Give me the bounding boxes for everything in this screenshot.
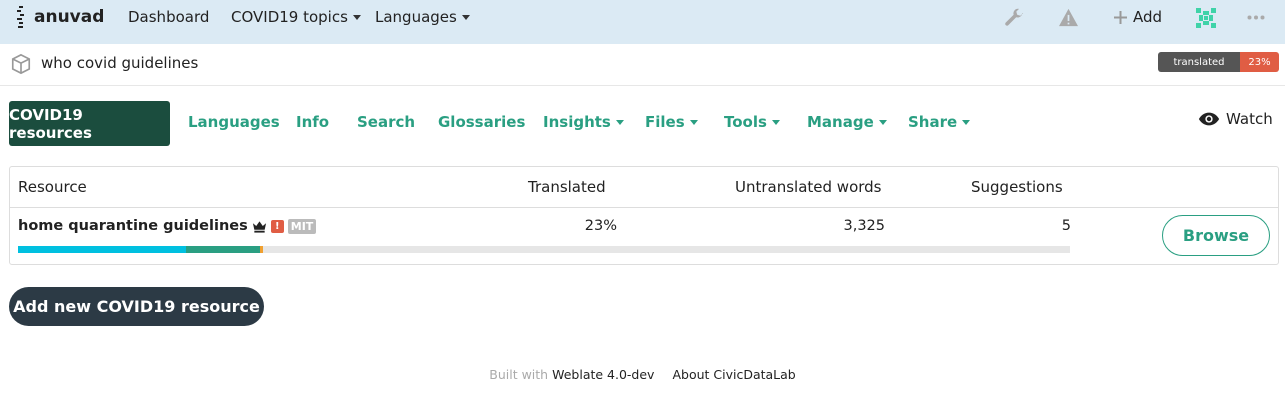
header-translated[interactable]: Translated	[528, 178, 606, 196]
crown-icon	[252, 220, 266, 233]
caret-down-icon	[689, 120, 698, 125]
resources-table: Resource Translated Untranslated words S…	[9, 166, 1279, 265]
nav-dashboard[interactable]: Dashboard	[128, 8, 209, 26]
caret-down-icon	[878, 120, 887, 125]
suggestions-count[interactable]: 5	[1030, 218, 1071, 234]
plus-icon	[1114, 10, 1127, 24]
badge-label: translated	[1158, 52, 1240, 72]
progress-approved-segment	[186, 246, 260, 253]
header-untranslated-words[interactable]: Untranslated words	[735, 178, 882, 196]
about-link[interactable]: About CivicDataLab	[672, 367, 795, 382]
resource-name-cell: home quarantine guidelines ! MIT	[18, 218, 317, 234]
tab-manage-label: Manage	[807, 113, 874, 131]
nav-languages[interactable]: Languages	[375, 8, 470, 26]
tab-insights[interactable]: Insights	[543, 113, 624, 131]
breadcrumb: who covid guidelines translated 23%	[0, 44, 1285, 86]
resource-name-link[interactable]: home quarantine guidelines	[18, 218, 248, 234]
built-with-label: Built with	[489, 367, 549, 382]
caret-down-icon	[771, 120, 780, 125]
nav-covid-topics[interactable]: COVID19 topics	[231, 8, 361, 26]
tab-manage[interactable]: Manage	[807, 113, 887, 131]
tab-tools[interactable]: Tools	[724, 113, 780, 131]
add-menu[interactable]: Add	[1114, 8, 1162, 26]
project-name[interactable]: who covid guidelines	[41, 54, 198, 72]
tab-share[interactable]: Share	[908, 113, 971, 131]
warning-icon[interactable]	[1058, 8, 1079, 27]
translation-progress-bar	[18, 246, 1070, 253]
tab-languages[interactable]: Languages	[188, 113, 280, 131]
tab-insights-label: Insights	[543, 113, 611, 131]
caret-down-icon	[615, 120, 624, 125]
tab-search[interactable]: Search	[357, 113, 415, 131]
tab-files[interactable]: Files	[645, 113, 698, 131]
watch-label: Watch	[1226, 110, 1273, 128]
untranslated-words-count[interactable]: 3,325	[820, 218, 885, 234]
tab-share-label: Share	[908, 113, 958, 131]
translated-percent: 23%	[584, 218, 617, 234]
brand[interactable]: anuvad	[16, 6, 104, 28]
badge-value: 23%	[1240, 52, 1279, 72]
tab-glossaries[interactable]: Glossaries	[438, 113, 525, 131]
row-divider	[10, 207, 1278, 208]
browse-button[interactable]: Browse	[1162, 215, 1270, 256]
weblate-link[interactable]: Weblate 4.0-dev	[552, 367, 654, 382]
package-icon	[11, 53, 31, 75]
caret-down-icon	[962, 120, 971, 125]
tab-info[interactable]: Info	[296, 113, 329, 131]
caret-down-icon	[352, 15, 361, 20]
add-resource-button[interactable]: Add new COVID19 resource	[9, 287, 264, 326]
header-resource[interactable]: Resource	[18, 178, 87, 196]
add-label: Add	[1133, 8, 1163, 26]
header-suggestions[interactable]: Suggestions	[971, 178, 1063, 196]
top-navbar: anuvad Dashboard COVID19 topics Language…	[0, 0, 1285, 44]
footer: Built with Weblate 4.0-dev About CivicDa…	[0, 367, 1285, 382]
nav-languages-label: Languages	[375, 8, 457, 26]
license-badge[interactable]: MIT	[287, 218, 317, 234]
tab-tools-label: Tools	[724, 113, 767, 131]
tab-covid19-resources[interactable]: COVID19 resources	[9, 101, 170, 146]
avatar[interactable]	[1194, 6, 1218, 30]
tab-files-label: Files	[645, 113, 685, 131]
watch-button[interactable]: Watch	[1198, 110, 1273, 128]
progress-translated-segment	[18, 246, 187, 253]
brand-name: anuvad	[34, 7, 105, 27]
caret-down-icon	[461, 15, 470, 20]
eye-icon	[1198, 112, 1220, 126]
more-icon[interactable]	[1247, 15, 1265, 20]
brand-logo-icon	[17, 6, 24, 28]
alert-badge[interactable]: !	[270, 219, 284, 233]
translation-status-badge[interactable]: translated 23%	[1158, 52, 1279, 72]
progress-fuzzy-segment	[259, 246, 264, 253]
wrench-icon[interactable]	[1003, 7, 1025, 29]
nav-covid-topics-label: COVID19 topics	[231, 8, 348, 26]
